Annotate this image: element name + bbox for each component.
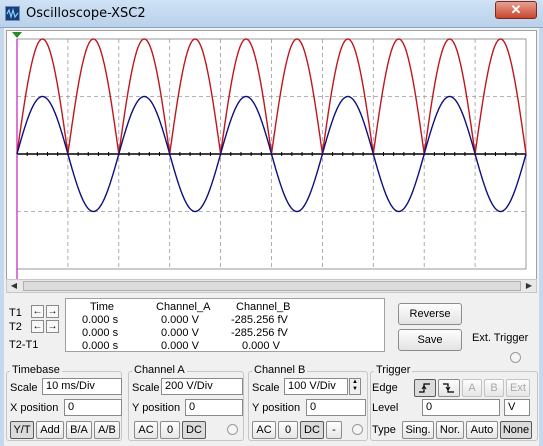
- t2-left-arrow-icon[interactable]: ←: [31, 320, 44, 333]
- scroll-left-icon[interactable]: ◀: [7, 280, 21, 292]
- rising-edge-icon: [419, 383, 430, 393]
- t1-left-arrow-icon[interactable]: ←: [31, 305, 44, 318]
- channel-b-title: Channel B: [252, 364, 308, 376]
- type-single-button[interactable]: Sing.: [402, 421, 434, 439]
- level-label: Level: [372, 402, 399, 414]
- level-field[interactable]: 0: [422, 399, 500, 416]
- t2-time: 0.000 s: [82, 327, 119, 339]
- spin-up-icon[interactable]: ▲: [350, 379, 360, 386]
- type-label: Type: [372, 424, 396, 436]
- channel-b-ac-button[interactable]: AC: [252, 421, 276, 439]
- channel-a-dc-button[interactable]: DC: [182, 421, 206, 439]
- scroll-right-icon[interactable]: ▶: [522, 280, 536, 292]
- type-none-button[interactable]: None: [500, 421, 532, 439]
- mode-ab-button[interactable]: A/B: [94, 421, 120, 439]
- window-frame-right: [539, 28, 543, 446]
- channel-b-invert-button[interactable]: -: [326, 421, 342, 439]
- window-title: Oscilloscope-XSC2: [26, 6, 146, 21]
- title-bar: Oscilloscope-XSC2 ✕: [0, 0, 543, 28]
- header-channel-a: Channel_A: [156, 301, 211, 313]
- t2-t1-channel-b: 0.000 V: [242, 340, 280, 352]
- close-button[interactable]: ✕: [495, 1, 537, 19]
- mode-ba-button[interactable]: B/A: [66, 421, 92, 439]
- t2-right-arrow-icon[interactable]: →: [46, 320, 59, 333]
- channel-a-scale-label: Scale: [132, 382, 160, 394]
- scope-screen[interactable]: [6, 30, 537, 292]
- t2-channel-a: 0.000 V: [161, 327, 199, 339]
- channel-a-ypos-label: Y position: [132, 402, 181, 414]
- channel-b-scale-field[interactable]: 100 V/Div: [284, 378, 348, 395]
- falling-edge-icon: [443, 383, 454, 393]
- t1-right-arrow-icon[interactable]: →: [46, 305, 59, 318]
- t2-t1-channel-a: 0.000 V: [161, 340, 199, 352]
- channel-b-dc-button[interactable]: DC: [300, 421, 324, 439]
- trigger-source-b-button[interactable]: B: [484, 379, 504, 397]
- t1-channel-a: 0.000 V: [161, 314, 199, 326]
- t2-channel-b: -285.256 fV: [231, 327, 288, 339]
- t2-t1-time: 0.000 s: [82, 340, 119, 352]
- x-position-label: X position: [10, 402, 59, 414]
- type-auto-button[interactable]: Auto: [466, 421, 498, 439]
- t1-channel-b: -285.256 fV: [231, 314, 288, 326]
- spin-down-icon[interactable]: ▼: [350, 386, 360, 393]
- channel-b-zero-button[interactable]: 0: [278, 421, 298, 439]
- t1-label: T1: [9, 307, 22, 319]
- trigger-source-ext-button[interactable]: Ext: [506, 379, 530, 397]
- scope-display: [12, 32, 527, 279]
- header-channel-b: Channel_B: [236, 301, 291, 313]
- header-time: Time: [90, 301, 115, 313]
- channel-a-ac-button[interactable]: AC: [134, 421, 158, 439]
- type-normal-button[interactable]: Nor.: [436, 421, 464, 439]
- channel-a-scale-field[interactable]: 200 V/Div: [161, 378, 243, 395]
- channel-b-ypos-label: Y position: [252, 402, 301, 414]
- falling-edge-button[interactable]: [438, 379, 460, 397]
- channel-b-scale-label: Scale: [252, 382, 280, 394]
- horizontal-scrollbar[interactable]: ◀ ▶: [6, 279, 537, 293]
- x-position-field[interactable]: 0: [64, 399, 122, 416]
- mode-add-button[interactable]: Add: [36, 421, 64, 439]
- rising-edge-button[interactable]: [414, 379, 436, 397]
- timebase-scale-label: Scale: [10, 382, 38, 394]
- ext-trigger-label: Ext. Trigger: [472, 332, 529, 344]
- trigger-title: Trigger: [374, 364, 413, 376]
- channel-a-ypos-field[interactable]: 0: [185, 399, 243, 416]
- t1-time: 0.000 s: [82, 314, 119, 326]
- cursor-t1-marker-icon: [12, 32, 22, 38]
- window-frame-left: [0, 28, 4, 446]
- channel-a-terminal[interactable]: [227, 424, 238, 435]
- channel-a-title: Channel A: [132, 364, 187, 376]
- channel-b-scale-spinner[interactable]: ▲ ▼: [349, 378, 361, 395]
- level-unit-select[interactable]: V: [504, 399, 530, 416]
- reverse-button[interactable]: Reverse: [398, 303, 462, 325]
- cursor-readout: Time Channel_A Channel_B 0.000 s 0.000 V…: [65, 298, 385, 352]
- scrollbar-thumb[interactable]: [23, 281, 521, 291]
- t2-label: T2: [9, 321, 22, 333]
- mode-yt-button[interactable]: Y/T: [10, 421, 34, 439]
- t2-t1-label: T2-T1: [9, 339, 39, 351]
- ext-trigger-terminal[interactable]: [510, 352, 521, 363]
- trigger-source-a-button[interactable]: A: [462, 379, 482, 397]
- oscilloscope-icon: [5, 6, 20, 21]
- timebase-title: Timebase: [10, 364, 62, 376]
- channel-a-zero-button[interactable]: 0: [160, 421, 180, 439]
- save-button[interactable]: Save: [398, 329, 462, 351]
- edge-label: Edge: [372, 382, 398, 394]
- timebase-scale-field[interactable]: 10 ms/Div: [42, 378, 122, 395]
- channel-b-ypos-field[interactable]: 0: [306, 399, 366, 416]
- channel-b-terminal[interactable]: [352, 424, 363, 435]
